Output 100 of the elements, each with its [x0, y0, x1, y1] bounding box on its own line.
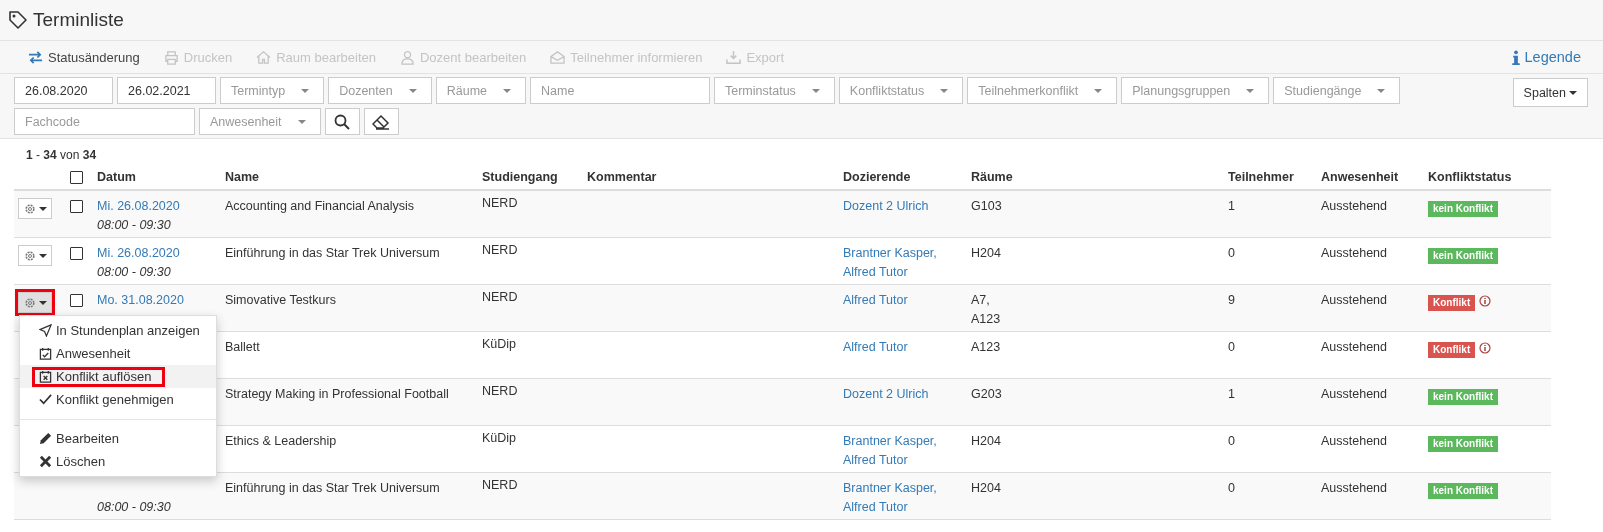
conflict-status-badge: kein Konflikt: [1428, 389, 1498, 405]
lecturer-link[interactable]: Alfred Tutor: [843, 498, 908, 517]
filter-dropdown[interactable]: Studiengänge: [1273, 77, 1401, 104]
info-icon[interactable]: [1479, 342, 1492, 354]
column-header: Datum: [97, 170, 136, 184]
exchange-arrows-icon: [28, 49, 43, 65]
columns-button[interactable]: Spalten: [1512, 78, 1588, 107]
time-range: 08:00 - 09:30: [97, 217, 172, 234]
legend-link[interactable]: Legende: [1511, 49, 1581, 65]
column-header: Teilnehmer: [1228, 170, 1294, 184]
attendance-status: Ausstehend: [1321, 434, 1388, 448]
study-program: KüDip: [482, 431, 517, 445]
conflict-status-badge: kein Konflikt: [1428, 201, 1498, 217]
gear-icon: [23, 202, 36, 215]
room-text: A7,: [971, 292, 990, 309]
filter-dropdown[interactable]: Räume: [435, 77, 526, 104]
attendance-status: Ausstehend: [1321, 387, 1388, 401]
row-actions-button[interactable]: [18, 292, 52, 313]
eraser-button[interactable]: [363, 108, 399, 135]
lecturer-link[interactable]: Brantner Kasper,: [843, 432, 937, 451]
menu-item[interactable]: In Stundenplan anzeigen: [20, 319, 200, 342]
toolbar-button[interactable]: Statusänderung: [28, 49, 140, 65]
filter-dropdown[interactable]: Terminstatus: [714, 77, 835, 104]
tag-icon: [8, 10, 28, 30]
date-field[interactable]: 26.02.2021: [117, 77, 216, 104]
row-actions-button[interactable]: [18, 245, 52, 266]
lecturer-link[interactable]: Alfred Tutor: [843, 291, 908, 310]
conflict-status-badge: kein Konflikt: [1428, 483, 1498, 499]
filter-dropdown[interactable]: Teilnehmerkonflikt: [967, 77, 1118, 104]
room-text: H204: [971, 480, 1001, 497]
download-icon: [726, 49, 742, 65]
menu-item[interactable]: Bearbeiten: [20, 427, 119, 450]
select-all-checkbox[interactable]: [70, 171, 83, 184]
date-link[interactable]: Mo. 31.08.2020: [97, 291, 225, 310]
pencil-icon: [39, 432, 52, 445]
gear-icon: [23, 249, 36, 262]
search-button[interactable]: [324, 108, 360, 135]
row-checkbox[interactable]: [70, 200, 83, 213]
filter-dropdown[interactable]: Dozenten: [328, 77, 432, 104]
page-title: Terminliste: [33, 9, 124, 31]
date-link[interactable]: Mi. 26.08.2020: [97, 244, 225, 263]
participant-count: 0: [1228, 434, 1235, 448]
attendance-status: Ausstehend: [1321, 199, 1388, 213]
conflict-status-badge: kein Konflikt: [1428, 436, 1498, 452]
info-icon: [1511, 49, 1520, 65]
event-name: Einführung in das Star Trek Universum: [225, 246, 440, 260]
result-count: 1 - 34 von 34: [26, 148, 97, 162]
search-icon: [334, 113, 351, 130]
event-name: Simovative Testkurs: [225, 293, 336, 307]
study-program: NERD: [482, 384, 518, 398]
menu-item[interactable]: Anwesenheit: [20, 342, 131, 365]
lecturer-link[interactable]: Dozent 2 Ulrich: [843, 197, 929, 216]
lecturer-link[interactable]: Alfred Tutor: [843, 451, 908, 470]
room-text: H204: [971, 245, 1001, 262]
house-icon: [256, 49, 272, 65]
study-program: KüDip: [482, 337, 517, 351]
lecturer-link[interactable]: Alfred Tutor: [843, 263, 908, 282]
column-header: Name: [225, 170, 260, 184]
study-program: NERD: [482, 290, 518, 304]
calendar-x-icon: [39, 370, 52, 383]
menu-item[interactable]: Löschen: [20, 450, 106, 473]
envelope-icon: [550, 49, 566, 65]
attendance-status: Ausstehend: [1321, 246, 1388, 260]
lecturer-link[interactable]: Alfred Tutor: [843, 338, 908, 357]
x-icon: [39, 455, 52, 468]
study-program: NERD: [482, 243, 518, 257]
row-checkbox[interactable]: [70, 294, 83, 307]
info-icon[interactable]: [1479, 295, 1492, 307]
event-name: Ballett: [225, 340, 260, 354]
filter-dropdown[interactable]: Konfliktstatus: [838, 77, 964, 104]
room-text: H204: [971, 433, 1001, 450]
participant-count: 0: [1228, 340, 1235, 354]
filter-dropdown[interactable]: Planungsgruppen: [1121, 77, 1270, 104]
menu-item[interactable]: Konflikt genehmigen: [20, 388, 174, 411]
lecturer-link[interactable]: Dozent 2 Ulrich: [843, 385, 929, 404]
attendance-status: Ausstehend: [1321, 340, 1388, 354]
participant-count: 0: [1228, 481, 1235, 495]
person-icon: [399, 49, 415, 65]
study-program: NERD: [482, 478, 518, 492]
date-link[interactable]: Mi. 26.08.2020: [97, 197, 225, 216]
column-header: Studiengang: [482, 170, 558, 184]
text-field[interactable]: Fachcode: [14, 108, 195, 135]
time-range: 08:00 - 09:30: [97, 499, 172, 516]
event-name: Ethics & Leadership: [225, 434, 337, 448]
date-field[interactable]: 26.08.2020: [14, 77, 113, 104]
room-text: G203: [971, 386, 1002, 403]
study-program: NERD: [482, 196, 518, 210]
time-range: 08:00 - 09:30: [97, 264, 172, 281]
text-field[interactable]: Name: [530, 77, 710, 104]
lecturer-link[interactable]: Brantner Kasper,: [843, 244, 937, 263]
participant-count: 1: [1228, 387, 1235, 401]
calendar-check-icon: [39, 347, 52, 360]
paper-plane-icon: [39, 324, 52, 337]
event-name: Einführung in das Star Trek Universum: [225, 481, 440, 495]
lecturer-link[interactable]: Brantner Kasper,: [843, 479, 937, 498]
room-text: A123: [971, 339, 1001, 356]
row-actions-button[interactable]: [18, 198, 52, 219]
filter-dropdown[interactable]: Anwesenheit: [199, 108, 321, 135]
filter-dropdown[interactable]: Termintyp: [220, 77, 325, 104]
row-checkbox[interactable]: [70, 247, 83, 260]
